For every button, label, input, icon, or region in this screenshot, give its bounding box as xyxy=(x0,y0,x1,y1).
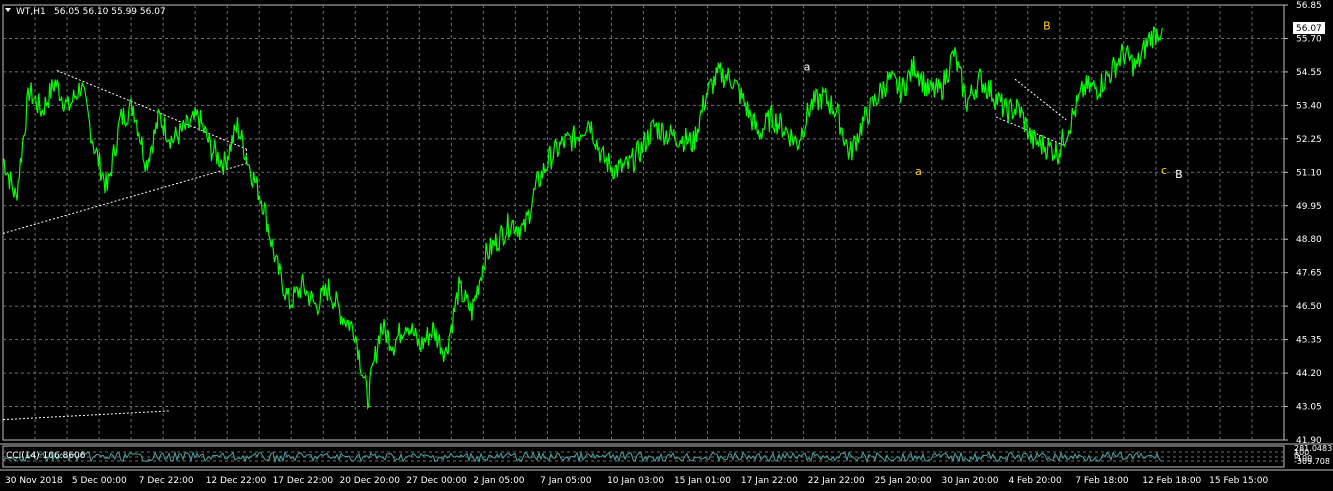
wave-label: a xyxy=(915,165,922,178)
wave-label: c xyxy=(1161,164,1167,177)
cci-axis-label: -309.708 xyxy=(1294,457,1330,466)
x-tick-label: 7 Dec 22:00 xyxy=(139,476,194,486)
y-tick-label: 54.55 xyxy=(1296,68,1322,78)
x-tick-label: 20 Dec 20:00 xyxy=(339,476,400,486)
current-price-label: 56.07 xyxy=(1296,24,1322,34)
x-tick-label: 10 Jan 03:00 xyxy=(607,476,664,486)
y-tick-label: 55.70 xyxy=(1296,34,1322,44)
y-tick-label: 45.35 xyxy=(1296,336,1322,346)
x-tick-label: 17 Dec 22:00 xyxy=(273,476,334,486)
x-tick-label: 2 Jan 05:00 xyxy=(473,476,525,486)
y-tick-label: 49.95 xyxy=(1296,202,1322,212)
x-tick-label: 12 Dec 22:00 xyxy=(206,476,267,486)
ohlc-values: 56.05 56.10 55.99 56.07 xyxy=(54,7,166,17)
x-tick-label: 30 Nov 2018 xyxy=(5,476,63,486)
chart-canvas[interactable]: aaBc B 56.8555.7054.5553.4052.2551.1049.9… xyxy=(0,0,1333,491)
y-tick-label: 47.65 xyxy=(1296,269,1322,279)
y-tick-label: 43.05 xyxy=(1296,403,1322,413)
symbol-label: WT,H1 xyxy=(16,7,46,17)
x-tick-label: 25 Jan 20:00 xyxy=(875,476,932,486)
wave-label: a xyxy=(804,60,811,73)
x-tick-label: 17 Jan 22:00 xyxy=(741,476,798,486)
y-tick-label: 56.85 xyxy=(1296,1,1322,11)
cci-label: CCI(14) 106.8606 xyxy=(6,451,86,461)
x-tick-label: 5 Dec 00:00 xyxy=(72,476,127,486)
y-tick-label: 48.80 xyxy=(1296,235,1322,245)
x-tick-label: 22 Jan 22:00 xyxy=(808,476,865,486)
y-tick-label: 52.25 xyxy=(1296,135,1322,145)
x-tick-label: 15 Jan 01:00 xyxy=(674,476,731,486)
x-tick-label: 7 Feb 18:00 xyxy=(1075,476,1129,486)
x-tick-label: 12 Feb 18:00 xyxy=(1142,476,1201,486)
y-tick-label: 51.10 xyxy=(1296,168,1322,178)
wave-label: B xyxy=(1043,20,1051,33)
x-tick-label: 15 Feb 15:00 xyxy=(1209,476,1268,486)
wave-label: B xyxy=(1175,168,1183,181)
x-tick-label: 27 Dec 00:00 xyxy=(406,476,467,486)
x-tick-label: 4 Feb 20:00 xyxy=(1008,476,1062,486)
y-tick-label: 46.50 xyxy=(1296,302,1322,312)
x-tick-label: 30 Jan 20:00 xyxy=(942,476,999,486)
y-tick-label: 53.40 xyxy=(1296,101,1322,111)
y-tick-label: 44.20 xyxy=(1296,369,1322,379)
x-tick-label: 7 Jan 05:00 xyxy=(540,476,592,486)
